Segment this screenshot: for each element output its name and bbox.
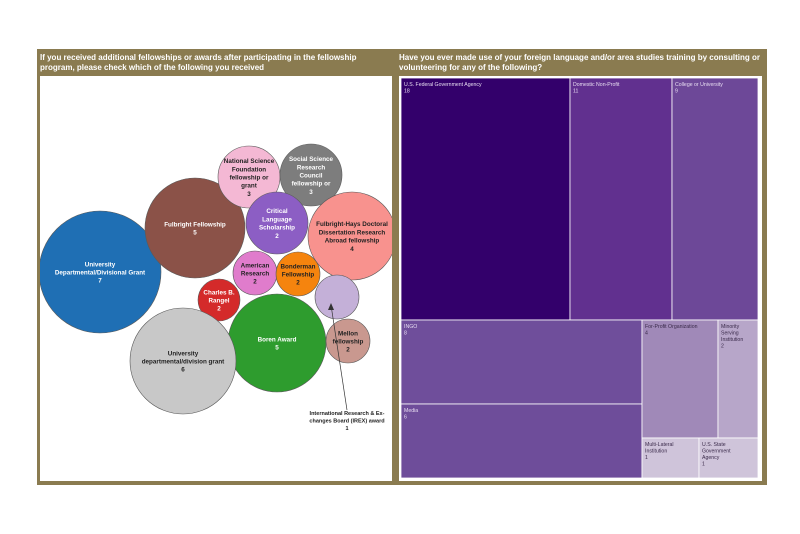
bubble-label-7: Fellowship xyxy=(282,272,315,279)
treemap-label-6: Institution xyxy=(721,337,743,343)
bubble-label-2: National Science xyxy=(224,158,275,165)
treemap-value-0: 18 xyxy=(404,89,410,95)
treemap-panel: U.S. Federal Government Agency 18 Domestic… xyxy=(399,76,762,481)
irex-annotation-value: 1 xyxy=(345,426,348,432)
treemap-label-8: Government xyxy=(702,449,731,455)
bubble-value-0: 7 xyxy=(98,278,102,285)
bubble-value-10: 6 xyxy=(181,367,185,374)
treemap-label-3: INGO xyxy=(404,324,417,330)
treemap-value-4: 6 xyxy=(404,415,407,421)
bubble-label-8: Charles B. xyxy=(203,289,234,296)
treemap-value-5: 4 xyxy=(645,331,648,337)
bubble-9: Boren Award 5 xyxy=(227,293,327,393)
treemap-label-6: Serving xyxy=(721,331,739,337)
bubble-label-5: Dissertation Research xyxy=(319,229,386,236)
treemap-cell-3: INGO8 xyxy=(400,319,643,405)
bubble-5: Fulbright-Hays DoctoralDissertation Rese… xyxy=(307,191,397,281)
treemap-label-7: Institution xyxy=(645,449,667,455)
treemap-cell-2: College or University9 xyxy=(671,77,759,321)
bubble-label-4: Critical xyxy=(266,208,288,215)
bubble-label-2: fellowship or xyxy=(230,175,269,182)
bubble-label-9: Boren Award xyxy=(258,336,297,343)
bubble-label-0: Departmental/Divisional Grant xyxy=(55,270,146,277)
bubble-label-6: American xyxy=(241,262,270,269)
bubble-label-5: Abroad fellowship xyxy=(325,238,380,245)
treemap-chart: U.S. Federal Government Agency18Domestic… xyxy=(400,77,759,479)
bubble-label-10: University xyxy=(168,350,199,357)
bubble-label-5: Fulbright-Hays Doctoral xyxy=(316,221,388,228)
bubble-circle-12 xyxy=(314,274,360,320)
treemap-label-5: For-Profit Organization xyxy=(645,324,698,330)
treemap-rect-0 xyxy=(400,77,571,321)
treemap-value-3: 8 xyxy=(404,331,407,337)
treemap-label-2: College or University xyxy=(675,82,723,88)
treemap-label-7: Multi-Lateral xyxy=(645,442,674,448)
bubble-7: Bonderman Fellowship2 xyxy=(275,251,321,297)
treemap-cell-7: Multi-LateralInstitution1 xyxy=(641,437,700,479)
bubble-label-6: Research xyxy=(241,271,270,278)
treemap-cell-4: Media6 xyxy=(400,403,643,479)
bubble-label-2: grant xyxy=(241,183,258,190)
bubble-chart-panel: University Departmental/Divisional Grant 7… xyxy=(38,76,397,481)
treemap-value-6: 2 xyxy=(721,344,724,350)
irex-annotation-label: International Research & Ex- xyxy=(310,411,385,417)
treemap-rect-3 xyxy=(400,319,643,405)
treemap-cell-0: U.S. Federal Government Agency18 xyxy=(400,77,571,321)
bubble-value-4: 2 xyxy=(275,233,279,240)
bubble-label-10: departmental/division grant xyxy=(142,359,225,366)
treemap-value-1: 11 xyxy=(573,89,578,95)
bubble-label-8: Rangel xyxy=(209,298,230,305)
treemap-label-1: Domestic Non-Profit xyxy=(573,82,620,88)
irex-annotation-label: changes Board (IREX) award xyxy=(309,419,384,425)
treemap-value-2: 9 xyxy=(675,89,678,95)
bubble-label-7: Bonderman xyxy=(281,263,316,270)
bubble-value-6: 2 xyxy=(253,279,257,286)
bubble-label-3: Research xyxy=(297,164,326,171)
bubble-4: CriticalLanguage Scholarship2 xyxy=(245,191,309,255)
bubble-10: University departmental/division grant6 xyxy=(129,307,237,415)
bubble-label-0: University xyxy=(85,261,116,268)
bubble-value-2: 3 xyxy=(247,191,251,198)
bubble-value-11: 2 xyxy=(346,347,350,354)
treemap-cell-8: U.S. StateGovernmentAgency1 xyxy=(698,437,759,479)
bubble-11: Mellonfellowship2 xyxy=(325,318,371,364)
bubble-label-2: Foundation xyxy=(232,166,266,173)
bubble-value-1: 5 xyxy=(193,230,197,237)
treemap-rect-1 xyxy=(569,77,673,321)
bubble-value-5: 4 xyxy=(350,246,354,253)
bubble-6: American Research2 xyxy=(232,250,278,296)
treemap-label-6: Minority xyxy=(721,324,740,330)
treemap-cell-6: MinorityServingInstitution2 xyxy=(717,319,759,439)
bubble-value-8: 2 xyxy=(217,306,221,313)
bubble-label-1: Fulbright Fellowship xyxy=(164,221,226,228)
bubble-label-3: Council xyxy=(299,173,322,180)
bubble-chart: University Departmental/Divisional Grant7… xyxy=(38,143,397,432)
treemap-rect-2 xyxy=(671,77,759,321)
treemap-label-4: Media xyxy=(404,408,418,414)
treemap-label-8: Agency xyxy=(702,455,720,461)
bubble-label-4: Scholarship xyxy=(259,225,295,232)
treemap-value-7: 1 xyxy=(645,455,648,461)
bubble-label-4: Language xyxy=(262,216,292,223)
bubble-value-7: 2 xyxy=(296,280,300,287)
treemap-label-0: U.S. Federal Government Agency xyxy=(404,82,482,88)
bubble-12 xyxy=(314,274,360,320)
treemap-cell-5: For-Profit Organization4 xyxy=(641,319,719,439)
treemap-rect-5 xyxy=(641,319,719,439)
treemap-label-8: U.S. State xyxy=(702,442,726,448)
bubble-label-3: Social Science xyxy=(289,156,334,163)
bubble-chart-title: If you received additional fellowships o… xyxy=(40,53,357,72)
bubble-value-9: 5 xyxy=(275,345,279,352)
treemap-title: Have you ever made use of your foreign l… xyxy=(399,53,760,72)
bubble-0: University Departmental/Divisional Grant7 xyxy=(38,210,162,334)
treemap-rect-4 xyxy=(400,403,643,479)
bubble-value-3: 3 xyxy=(309,189,313,196)
treemap-cell-1: Domestic Non-Profit11 xyxy=(569,77,673,321)
treemap-value-8: 1 xyxy=(702,462,705,468)
bubble-label-3: fellowship or xyxy=(292,181,331,188)
bubble-label-11: Mellon xyxy=(338,330,358,337)
